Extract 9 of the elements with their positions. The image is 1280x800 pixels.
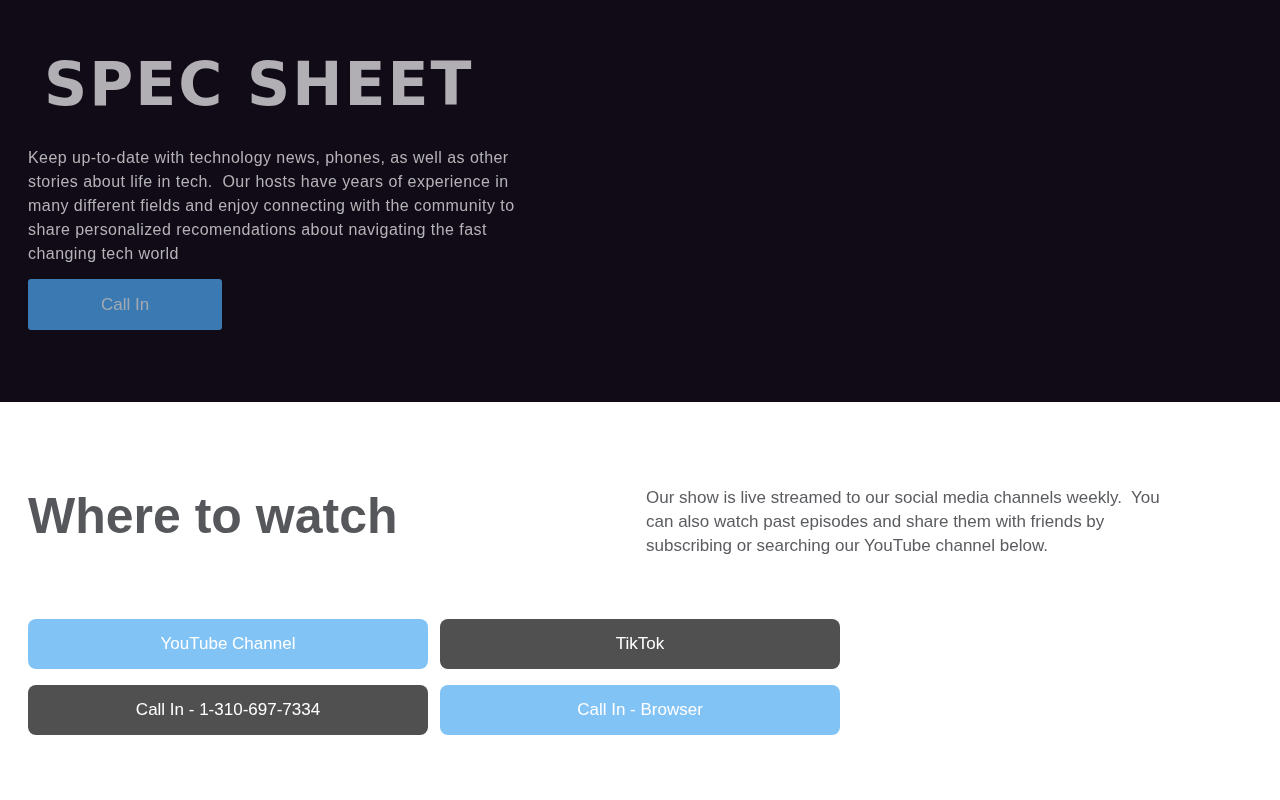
link-button[interactable]: Call In - 1-310-697-7334 [28, 685, 428, 735]
call-in-button[interactable]: Call In [28, 279, 222, 330]
link-button[interactable]: TikTok [440, 619, 840, 669]
link-button[interactable]: Call In - Browser [440, 685, 840, 735]
section-description: Our show is live streamed to our social media channels weekly. You can also watch past episodes and share them with friends by subscribing or searching our YouTube channel below. [646, 487, 1161, 557]
hero-description: Keep up-to-date with technology news, phones, as well as other stories about life in tech. Our hosts have years of experience in many different fields and enjoy connecting with the community to share personalized recomendations about navigating the fast changing tech world [28, 148, 516, 264]
link-button[interactable]: YouTube Channel [28, 619, 428, 669]
logo-wordmark: SPEC SHEET [44, 52, 474, 116]
section-heading: Where to watch [28, 487, 399, 546]
